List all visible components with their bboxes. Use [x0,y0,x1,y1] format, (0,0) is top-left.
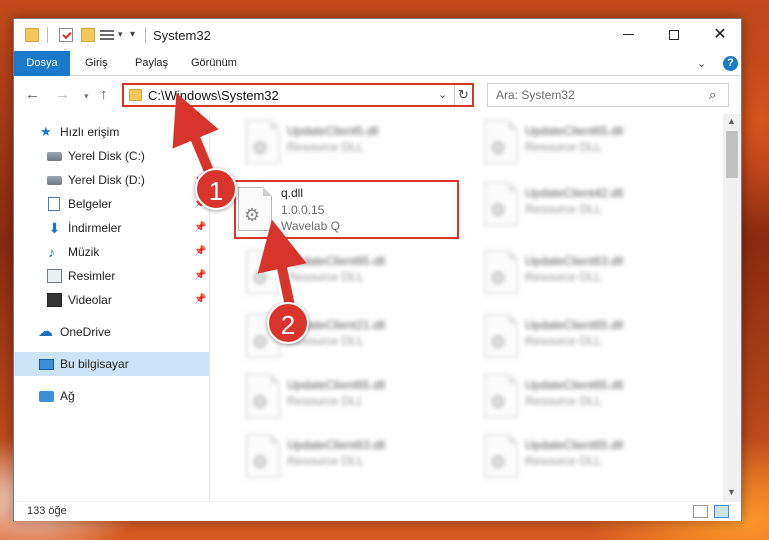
annotation-arrows [172,92,307,313]
step-2-badge: 2 [267,302,309,344]
arrow-to-file [257,219,307,308]
step-1-badge: 1 [195,168,237,210]
